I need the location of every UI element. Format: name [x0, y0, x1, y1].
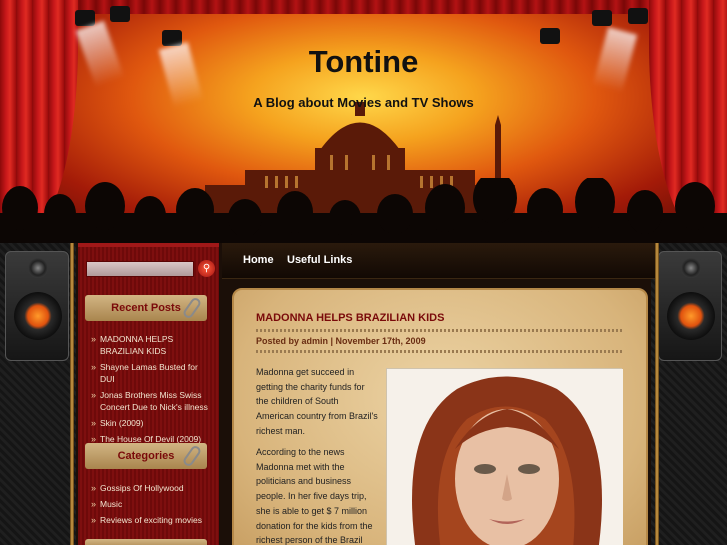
paperclip-icon [181, 444, 203, 468]
recent-posts-heading: Recent Posts [85, 295, 207, 321]
recent-post-link[interactable]: Skin (2009) [91, 417, 213, 429]
site-tagline: A Blog about Movies and TV Shows [253, 95, 474, 110]
paperclip-icon [181, 296, 203, 320]
next-widget-heading [85, 539, 207, 545]
main-nav: Home Useful Links [222, 243, 655, 279]
post-title[interactable]: MADONNA HELPS BRAZILIAN KIDS [256, 312, 444, 324]
recent-post-link[interactable]: MADONNA HELPS BRAZILIAN KIDS [91, 333, 213, 357]
site-header: Tontine A Blog about Movies and TV Shows [0, 0, 727, 243]
post-image [386, 368, 623, 545]
search-button[interactable]: ⚲ [198, 260, 215, 277]
category-link[interactable]: Reviews of exciting movies [91, 514, 213, 526]
post-paragraph: Madonna get succeed in getting the chari… [256, 367, 378, 436]
tweeter-icon [681, 258, 701, 278]
categories-heading: Categories [85, 443, 207, 469]
left-speaker-panel [0, 243, 76, 545]
spotlight [592, 10, 612, 26]
speaker-icon [5, 251, 69, 361]
nav-useful-links[interactable]: Useful Links [287, 254, 352, 266]
categories-list: Gossips Of Hollywood Music Reviews of ex… [91, 482, 213, 530]
frame-border-left [70, 243, 74, 545]
portrait-illustration [387, 369, 623, 545]
nav-home[interactable]: Home [243, 254, 274, 266]
category-link[interactable]: Music [91, 498, 213, 510]
tweeter-icon [28, 258, 48, 278]
post-paragraph: According to the news Madonna met with t… [256, 447, 373, 545]
woofer-icon [667, 292, 715, 340]
recent-posts-list: MADONNA HELPS BRAZILIAN KIDS Shayne Lama… [91, 333, 213, 449]
spotlight [75, 10, 95, 26]
recent-post-link[interactable]: Shayne Lamas Busted for DUI [91, 361, 213, 385]
category-link[interactable]: Gossips Of Hollywood [91, 482, 213, 494]
spotlight [110, 6, 130, 22]
search-input[interactable] [86, 261, 194, 277]
spotlight [540, 28, 560, 44]
divider [256, 350, 624, 353]
site-title[interactable]: Tontine [0, 44, 727, 80]
recent-post-link[interactable]: Jonas Brothers Miss Swiss Concert Due to… [91, 389, 213, 413]
frame-border-right [655, 243, 659, 545]
recent-posts-title: Recent Posts [111, 302, 181, 314]
post-meta: Posted by admin | November 17th, 2009 [256, 336, 426, 346]
magnifier-icon: ⚲ [202, 263, 211, 274]
sidebar: ⚲ Recent Posts MADONNA HELPS BRAZILIAN K… [78, 243, 219, 545]
spotlight [628, 8, 648, 24]
speaker-icon [658, 251, 722, 361]
woofer-icon [14, 292, 62, 340]
post-card: MADONNA HELPS BRAZILIAN KIDS Posted by a… [232, 288, 648, 545]
audience-silhouettes [0, 178, 727, 243]
categories-title: Categories [117, 450, 175, 462]
right-speaker-panel [651, 243, 727, 545]
divider [256, 329, 624, 332]
